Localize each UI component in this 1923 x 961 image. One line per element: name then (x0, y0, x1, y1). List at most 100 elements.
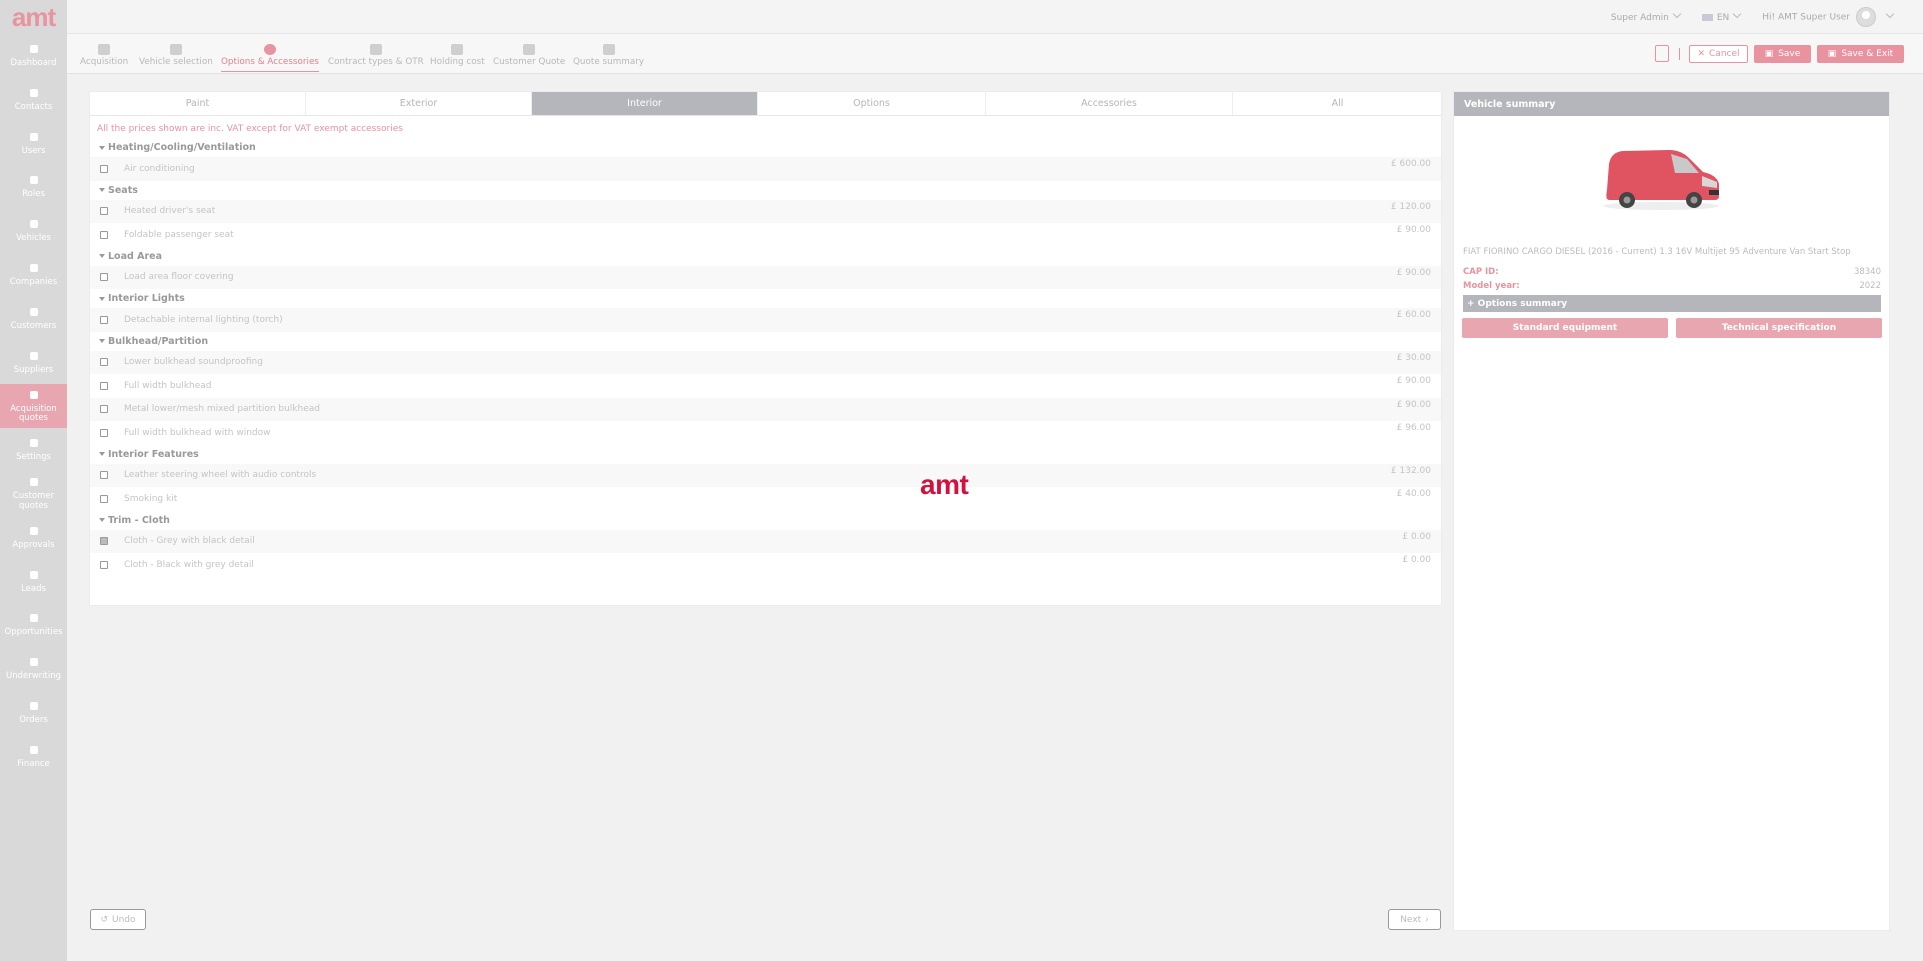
opportunities-icon (28, 612, 40, 624)
option-group-header[interactable]: Load Area (90, 247, 1441, 266)
sidebar-item-suppliers[interactable]: Suppliers (0, 341, 67, 385)
cart-icon (28, 700, 40, 712)
option-label: Load area floor covering (124, 272, 234, 283)
option-row: Lower bulkhead soundproofing £ 30.00 (90, 350, 1441, 374)
save-icon: ▣ (1764, 49, 1774, 59)
sidebar-item-vehicles[interactable]: Vehicles (0, 209, 67, 253)
suppliers-icon (28, 350, 40, 362)
step-holding-cost[interactable]: Holding cost (430, 44, 485, 67)
option-label: Cloth - Black with grey detail (124, 559, 254, 570)
sidebar-item-label: Dashboard (10, 58, 57, 69)
option-row: Full width bulkhead £ 90.00 (90, 374, 1441, 398)
sidebar-item-customers[interactable]: Customers (0, 297, 67, 341)
option-group-header[interactable]: Bulkhead/Partition (90, 332, 1441, 351)
option-checkbox[interactable] (100, 494, 108, 503)
sidebar-item-contacts[interactable]: Contacts (0, 78, 67, 122)
option-group-header[interactable]: Seats (90, 181, 1441, 200)
option-checkbox[interactable] (100, 381, 108, 390)
step-options-accessories[interactable]: Options & Accessories (221, 44, 319, 72)
sidebar-nav: Dashboard Contacts Users Roles Vehicles Compa… (0, 34, 67, 779)
option-group-header[interactable]: Heating/Cooling/Ventilation (90, 138, 1441, 157)
undo-icon: ↺ (100, 914, 109, 925)
option-checkbox[interactable] (100, 273, 108, 282)
sidebar-item-approvals[interactable]: Approvals (0, 516, 67, 560)
sidebar-item-opportunities[interactable]: Opportunities (0, 603, 67, 647)
option-row: Foldable passenger seat £ 90.00 (90, 223, 1441, 247)
sidebar-item-label: Suppliers (13, 364, 54, 375)
sidebar-item-finance[interactable]: Finance (0, 735, 67, 779)
option-group-header[interactable]: Trim - Cloth (90, 511, 1441, 530)
tab-all[interactable]: All (1233, 92, 1443, 115)
user-menu[interactable]: Hi! AMT Super User (1762, 7, 1895, 27)
step-contract-types[interactable]: Contract types & OTR (328, 44, 424, 67)
option-price: £ 90.00 (1396, 267, 1431, 278)
next-button[interactable]: Next › (1388, 909, 1441, 930)
user-icon (28, 131, 40, 143)
standard-equipment-button[interactable]: Standard equipment (1462, 318, 1668, 338)
sidebar-item-users[interactable]: Users (0, 122, 67, 166)
option-checkbox[interactable] (100, 560, 108, 569)
option-row: Heated driver's seat £ 120.00 (90, 199, 1441, 223)
option-tabs: Paint Exterior Interior Options Accessories A… (90, 92, 1443, 116)
sidebar-item-settings[interactable]: Settings (0, 428, 67, 472)
sidebar-item-companies[interactable]: Companies (0, 253, 67, 297)
step-customer-quote[interactable]: Customer Quote (493, 44, 565, 67)
close-icon: ✕ (1697, 49, 1706, 59)
sidebar-item-customer-quotes[interactable]: Customer quotes (0, 472, 67, 516)
vat-note: All the prices shown are inc. VAT except… (97, 124, 403, 134)
step-vehicle-selection[interactable]: Vehicle selection (139, 44, 213, 67)
sidebar-item-label: Customers (10, 320, 57, 331)
option-checkbox[interactable] (100, 315, 108, 324)
option-label: Full width bulkhead (124, 380, 212, 391)
step-quote-summary[interactable]: Quote summary (573, 44, 644, 67)
options-summary-toggle[interactable]: + Options summary (1463, 295, 1881, 312)
option-price: £ 600.00 (1390, 159, 1431, 169)
options-panel: Paint Exterior Interior Options Accessories A… (89, 91, 1443, 606)
option-checkbox[interactable] (100, 405, 108, 414)
sidebar-item-underwriting[interactable]: Underwriting (0, 647, 67, 691)
chevron-down-icon (1732, 9, 1742, 19)
tab-interior[interactable]: Interior (532, 92, 758, 115)
option-checkbox[interactable] (100, 428, 108, 437)
sidebar-item-label: Underwriting (5, 671, 61, 682)
option-label: Lower bulkhead soundproofing (124, 357, 263, 368)
option-checkbox[interactable] (100, 471, 108, 480)
option-label: Heated driver's seat (124, 206, 216, 217)
sidebar-item-acquisition-quotes[interactable]: Acquisition quotes (0, 384, 67, 429)
sidebar-item-leads[interactable]: Leads (0, 560, 67, 604)
gear-icon (28, 437, 40, 449)
tab-options[interactable]: Options (758, 92, 986, 115)
tab-paint[interactable]: Paint (90, 92, 306, 115)
tab-accessories[interactable]: Accessories (986, 92, 1233, 115)
vehicle-description: FIAT FIORINO CARGO DIESEL (2016 - Curren… (1463, 247, 1851, 257)
role-selector[interactable]: Super Admin (1611, 9, 1682, 23)
save-exit-button[interactable]: ▣ Save & Exit (1817, 45, 1904, 63)
option-checkbox[interactable] (100, 164, 108, 173)
sidebar-item-label: Settings (16, 452, 51, 463)
language-selector[interactable]: EN (1701, 9, 1742, 23)
technical-specification-button[interactable]: Technical specification (1676, 318, 1882, 338)
option-label: Detachable internal lighting (torch) (124, 314, 283, 325)
option-checkbox[interactable] (100, 537, 108, 546)
sidebar-item-roles[interactable]: Roles (0, 165, 67, 209)
option-group-header[interactable]: Interior Features (90, 445, 1441, 464)
step-acquisition[interactable]: Acquisition (80, 44, 128, 67)
option-group-header[interactable]: Interior Lights (90, 289, 1441, 308)
cancel-button[interactable]: ✕ Cancel (1689, 45, 1748, 63)
option-checkbox[interactable] (100, 230, 108, 239)
option-row: Cloth - Black with grey detail £ 0.00 (90, 553, 1441, 577)
sidebar-item-label: Vehicles (16, 233, 51, 244)
caret-down-icon (99, 188, 105, 192)
option-row: Detachable internal lighting (torch) £ 60… (90, 308, 1441, 332)
tab-exterior[interactable]: Exterior (306, 92, 532, 115)
option-checkbox[interactable] (100, 358, 108, 367)
document-icon[interactable] (1655, 45, 1669, 62)
option-checkbox[interactable] (100, 207, 108, 216)
sidebar-item-dashboard[interactable]: Dashboard (0, 34, 67, 78)
sidebar-item-label: Approvals (12, 539, 55, 550)
save-button[interactable]: ▣ Save (1754, 45, 1811, 63)
app-logo[interactable]: amt (0, 0, 67, 34)
sidebar-item-orders[interactable]: Orders (0, 691, 67, 735)
caret-down-icon (99, 452, 105, 456)
undo-button[interactable]: ↺ Undo (90, 909, 146, 930)
